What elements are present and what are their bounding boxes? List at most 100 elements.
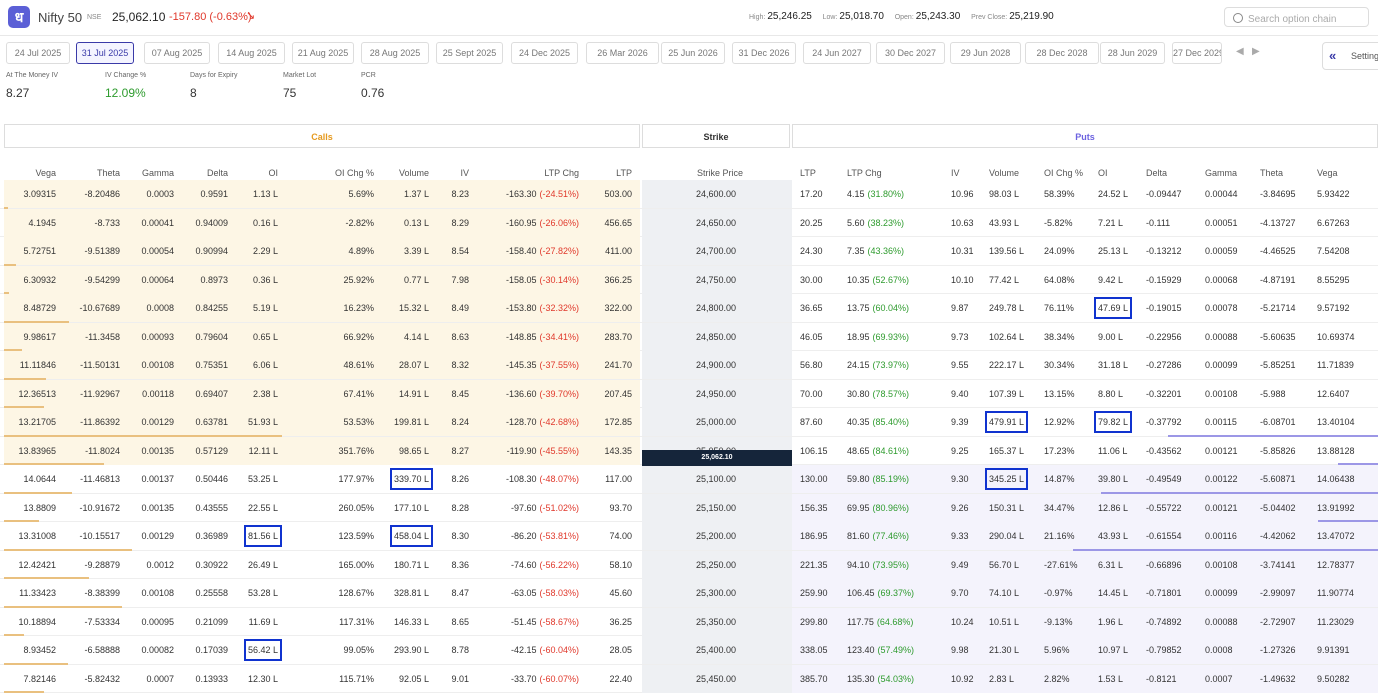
put-oi[interactable]: 14.45 L (1098, 586, 1128, 600)
put-oi-chg[interactable]: 38.34% (1044, 330, 1075, 344)
call-vega[interactable]: 7.82146 (23, 672, 56, 686)
put-gamma[interactable]: 0.00051 (1205, 216, 1238, 230)
put-vega[interactable]: 13.40104 (1317, 415, 1355, 429)
call-ltp[interactable]: 172.85 (604, 415, 632, 429)
put-oi-chg[interactable]: -5.82% (1044, 216, 1073, 230)
settings-button[interactable]: «Setting (1322, 42, 1378, 70)
strike-price[interactable]: 25,350.00 (696, 615, 736, 629)
call-theta[interactable]: -9.51389 (84, 244, 120, 258)
put-delta[interactable]: -0.55722 (1146, 501, 1182, 515)
put-oi-chg[interactable]: 76.11% (1044, 301, 1074, 315)
table-row[interactable]: 12.42421-9.288790.00120.3092226.49 L165.… (0, 551, 1378, 580)
call-ltp-chg[interactable]: -158.40(-27.82%) (506, 244, 579, 258)
put-vega[interactable]: 9.91391 (1317, 643, 1350, 657)
call-ltp-chg[interactable]: -148.85(-34.41%) (506, 330, 579, 344)
call-theta[interactable]: -8.20486 (84, 187, 120, 201)
call-iv[interactable]: 8.30 (451, 529, 469, 543)
call-oi[interactable]: 0.16 L (253, 216, 278, 230)
put-oi[interactable]: 11.06 L (1098, 444, 1127, 458)
call-ltp-chg[interactable]: -97.60(-51.02%) (511, 501, 579, 515)
put-delta[interactable]: -0.111 (1146, 216, 1170, 230)
call-vega[interactable]: 14.0644 (23, 472, 56, 486)
call-gamma[interactable]: 0.00135 (141, 501, 174, 515)
call-col-header[interactable]: Gamma (142, 168, 174, 178)
put-ltp-chg[interactable]: 81.60(77.46%) (847, 529, 909, 543)
call-gamma[interactable]: 0.0008 (146, 301, 174, 315)
put-theta[interactable]: -1.27326 (1260, 643, 1296, 657)
call-ltp-chg[interactable]: -145.35(-37.55%) (506, 358, 579, 372)
call-gamma[interactable]: 0.00108 (141, 358, 174, 372)
call-iv[interactable]: 8.26 (451, 472, 469, 486)
call-vega[interactable]: 11.11846 (20, 358, 56, 372)
call-col-header[interactable]: OI Chg % (335, 168, 374, 178)
call-oi[interactable]: 53.28 L (248, 586, 278, 600)
put-ltp[interactable]: 106.15 (800, 444, 828, 458)
put-oi-chg[interactable]: 13.15% (1044, 387, 1075, 401)
put-iv[interactable]: 10.24 (951, 615, 974, 629)
put-delta[interactable]: -0.71801 (1146, 586, 1182, 600)
call-volume[interactable]: 0.13 L (404, 216, 429, 230)
call-gamma[interactable]: 0.00129 (141, 529, 174, 543)
call-oi-chg[interactable]: 123.59% (338, 529, 374, 543)
put-delta[interactable]: -0.32201 (1146, 387, 1182, 401)
put-vega[interactable]: 13.47072 (1317, 529, 1355, 543)
put-theta[interactable]: -5.60871 (1260, 472, 1296, 486)
table-row[interactable]: 14.0644-11.468130.001370.5044653.25 L177… (0, 465, 1378, 494)
expiry-tab[interactable]: 24 Jul 2025 (6, 42, 70, 64)
put-theta[interactable]: -1.49632 (1260, 672, 1296, 686)
put-oi[interactable]: 39.80 L (1098, 472, 1128, 486)
put-gamma[interactable]: 0.00116 (1205, 529, 1237, 543)
put-gamma[interactable]: 0.00068 (1205, 273, 1238, 287)
put-iv[interactable]: 9.55 (951, 358, 969, 372)
put-delta[interactable]: -0.8121 (1146, 672, 1177, 686)
call-vega[interactable]: 3.09315 (23, 187, 56, 201)
table-row[interactable]: 7.82146-5.824320.00070.1393312.30 L115.7… (0, 665, 1378, 693)
put-oi-chg[interactable]: 12.92% (1044, 415, 1075, 429)
call-delta[interactable]: 0.75351 (195, 358, 228, 372)
table-row[interactable]: 5.72751-9.513890.000540.909942.29 L4.89%… (0, 237, 1378, 266)
call-ltp[interactable]: 456.65 (604, 216, 632, 230)
call-delta[interactable]: 0.57129 (195, 444, 228, 458)
call-ltp[interactable]: 45.60 (609, 586, 632, 600)
put-vega[interactable]: 7.54208 (1317, 244, 1350, 258)
put-ltp-chg[interactable]: 69.95(80.96%) (847, 501, 909, 515)
expiry-tab[interactable]: 24 Dec 2025 (511, 42, 578, 64)
call-oi-chg[interactable]: 128.67% (338, 586, 374, 600)
put-vega[interactable]: 11.90774 (1317, 586, 1354, 600)
call-gamma[interactable]: 0.00082 (141, 643, 174, 657)
call-theta[interactable]: -6.58888 (84, 643, 120, 657)
put-iv[interactable]: 10.10 (951, 273, 974, 287)
call-ltp-chg[interactable]: -163.30(-24.51%) (506, 187, 579, 201)
put-theta[interactable]: -4.13727 (1260, 216, 1296, 230)
call-delta[interactable]: 0.36989 (195, 529, 228, 543)
expiry-tab[interactable]: 31 Dec 2026 (732, 42, 796, 64)
call-volume[interactable]: 180.71 L (394, 558, 429, 572)
table-row[interactable]: 6.30932-9.542990.000640.89730.36 L25.92%… (0, 266, 1378, 295)
table-row[interactable]: 4.1945-8.7330.000410.940090.16 L-2.82%0.… (0, 209, 1378, 238)
put-delta[interactable]: -0.09447 (1146, 187, 1182, 201)
call-oi-chg[interactable]: 53.53% (343, 415, 374, 429)
put-theta[interactable]: -6.08701 (1260, 415, 1296, 429)
put-delta[interactable]: -0.15929 (1146, 273, 1182, 287)
call-col-header[interactable]: Vega (35, 168, 56, 178)
put-volume[interactable]: 77.42 L (989, 273, 1019, 287)
call-vega[interactable]: 5.72751 (23, 244, 56, 258)
table-row[interactable]: 9.98617-11.34580.000930.796040.65 L66.92… (0, 323, 1378, 352)
call-theta[interactable]: -5.82432 (84, 672, 120, 686)
call-oi[interactable]: 1.13 L (253, 187, 278, 201)
put-iv[interactable]: 9.39 (951, 415, 969, 429)
call-oi[interactable]: 11.69 L (249, 615, 278, 629)
put-oi-chg[interactable]: 5.96% (1044, 643, 1070, 657)
put-ltp-chg[interactable]: 106.45(69.37%) (847, 586, 914, 600)
put-volume[interactable]: 139.56 L (989, 244, 1024, 258)
put-gamma[interactable]: 0.00088 (1205, 330, 1238, 344)
call-ltp[interactable]: 411.00 (605, 244, 632, 258)
strike-price[interactable]: 24,650.00 (696, 216, 736, 230)
call-gamma[interactable]: 0.00135 (141, 444, 174, 458)
put-gamma[interactable]: 0.00099 (1205, 586, 1238, 600)
put-ltp[interactable]: 259.90 (800, 586, 828, 600)
put-vega[interactable]: 5.93422 (1317, 187, 1350, 201)
put-col-header[interactable]: Volume (989, 168, 1019, 178)
call-ltp[interactable]: 207.45 (604, 387, 632, 401)
call-oi-chg[interactable]: 99.05% (343, 643, 374, 657)
